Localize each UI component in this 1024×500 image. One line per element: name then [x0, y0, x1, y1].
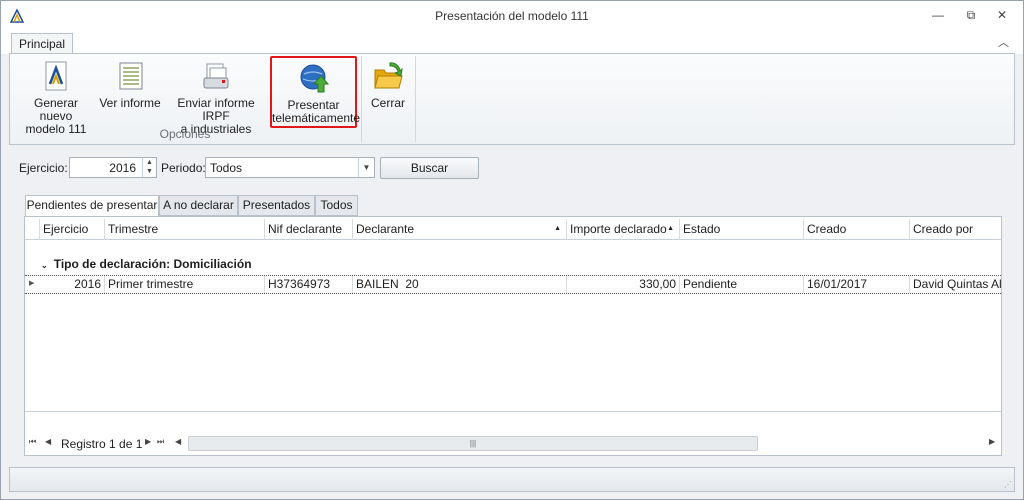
- declarations-grid: Ejercicio Trimestre Nif declarante Decla…: [24, 216, 1002, 456]
- column-header-importe[interactable]: Importe declarado ▲: [567, 219, 680, 240]
- record-counter: Registro 1 de 1: [61, 437, 143, 451]
- tab-a-no-declarar[interactable]: A no declarar: [159, 195, 238, 216]
- column-header-declarante[interactable]: Declarante ▲: [353, 219, 567, 240]
- cell-declarante[interactable]: BAILEN 20: [353, 276, 567, 293]
- cell-importe[interactable]: 330,00: [567, 276, 680, 293]
- tab-pendientes[interactable]: Pendientes de presentar: [25, 195, 159, 217]
- sort-ascending-icon: ▲: [667, 225, 674, 232]
- generar-modelo-button[interactable]: Generar nuevo modelo 111: [16, 56, 96, 136]
- close-button[interactable]: ✕: [993, 7, 1011, 23]
- cell-trimestre[interactable]: Primer trimestre: [105, 276, 265, 293]
- periodo-value: Todos: [210, 161, 243, 175]
- title-bar: Presentación del modelo 111 — ⧉ ✕: [1, 1, 1023, 30]
- prev-record-icon[interactable]: ◀: [45, 437, 51, 446]
- grid-divider: [25, 411, 1001, 412]
- aeat-logo-icon: [45, 61, 67, 91]
- cerrar-button[interactable]: Cerrar: [365, 56, 411, 128]
- ribbon-tab-strip: Principal ︿: [1, 30, 1023, 55]
- record-navigator: ⏮ ◀ Registro 1 de 1 ▶ ⏭ ◀ ||| ▶: [25, 433, 1001, 455]
- scroll-left-icon[interactable]: ◀: [175, 437, 181, 446]
- restore-button[interactable]: ⧉: [962, 7, 980, 23]
- ejercicio-label: Ejercicio:: [19, 161, 68, 175]
- cell-creado[interactable]: 16/01/2017: [804, 276, 910, 293]
- spin-arrows-icon[interactable]: ▲ ▼: [142, 158, 156, 177]
- periodo-label: Periodo:: [161, 161, 206, 175]
- enviar-informe-button[interactable]: Enviar informe IRPF a industriales: [164, 56, 268, 136]
- ejercicio-spin-input[interactable]: 2016 ▲ ▼: [69, 157, 157, 178]
- tab-principal[interactable]: Principal: [11, 33, 73, 55]
- ribbon-panel: Generar nuevo modelo 111 Ver informe Env…: [9, 53, 1015, 145]
- cell-estado[interactable]: Pendiente: [680, 276, 804, 293]
- minimize-button[interactable]: —: [929, 7, 947, 23]
- buscar-button[interactable]: Buscar: [380, 157, 479, 179]
- group-separator: [361, 56, 362, 142]
- sort-ascending-icon: ▲: [554, 225, 561, 232]
- cell-nif[interactable]: H37364973: [265, 276, 353, 293]
- grid-header: Ejercicio Trimestre Nif declarante Decla…: [25, 219, 1001, 240]
- first-record-icon[interactable]: ⏮: [29, 437, 36, 447]
- cell-creado-por[interactable]: David Quintas Alcalde: [910, 276, 1001, 293]
- window-title: Presentación del modelo 111: [435, 9, 589, 23]
- tab-todos[interactable]: Todos: [315, 195, 358, 216]
- report-sheet-icon: [119, 62, 143, 90]
- table-row[interactable]: ▶ 2016 Primer trimestre H37364973 BAILEN…: [25, 275, 1001, 294]
- ejercicio-value: 2016: [109, 161, 136, 175]
- status-bar: ⋰: [9, 467, 1015, 492]
- next-record-icon[interactable]: ▶: [145, 437, 151, 446]
- main-window: Presentación del modelo 111 — ⧉ ✕ Princi…: [0, 0, 1024, 500]
- column-header-nif[interactable]: Nif declarante: [265, 219, 353, 240]
- group-row-domiciliacion[interactable]: ⌄ Tipo de declaración: Domiciliación: [41, 257, 252, 271]
- group-caption-opciones: Opciones: [159, 127, 211, 141]
- globe-upload-icon: [300, 64, 329, 93]
- printer-document-icon: [203, 63, 229, 89]
- column-header-creado-por[interactable]: Creado por: [910, 219, 1001, 240]
- row-indicator-icon: ▶: [29, 280, 35, 287]
- column-header-estado[interactable]: Estado: [680, 219, 804, 240]
- group-separator: [415, 56, 416, 142]
- presentar-telematicamente-button[interactable]: Presentar telemáticamente: [270, 56, 360, 128]
- column-header-creado[interactable]: Creado: [804, 219, 910, 240]
- last-record-icon[interactable]: ⏭: [157, 437, 164, 447]
- collapse-group-icon[interactable]: ⌄: [41, 261, 48, 270]
- column-header-ejercicio[interactable]: Ejercicio: [40, 219, 105, 240]
- chevron-down-icon[interactable]: ▼: [358, 158, 374, 177]
- scroll-right-icon[interactable]: ▶: [989, 437, 995, 446]
- row-indicator-header: [25, 219, 40, 240]
- open-folder-icon: [374, 62, 403, 89]
- column-header-trimestre[interactable]: Trimestre: [105, 219, 265, 240]
- ribbon-collapse-icon[interactable]: ︿: [998, 34, 1009, 50]
- periodo-select[interactable]: Todos ▼: [205, 157, 375, 178]
- tab-presentados[interactable]: Presentados: [238, 195, 315, 216]
- cell-ejercicio[interactable]: 2016: [40, 276, 105, 293]
- ver-informe-button[interactable]: Ver informe: [98, 56, 162, 128]
- horizontal-scrollbar[interactable]: |||: [188, 436, 758, 451]
- resize-grip-icon[interactable]: ⋰: [1004, 480, 1012, 489]
